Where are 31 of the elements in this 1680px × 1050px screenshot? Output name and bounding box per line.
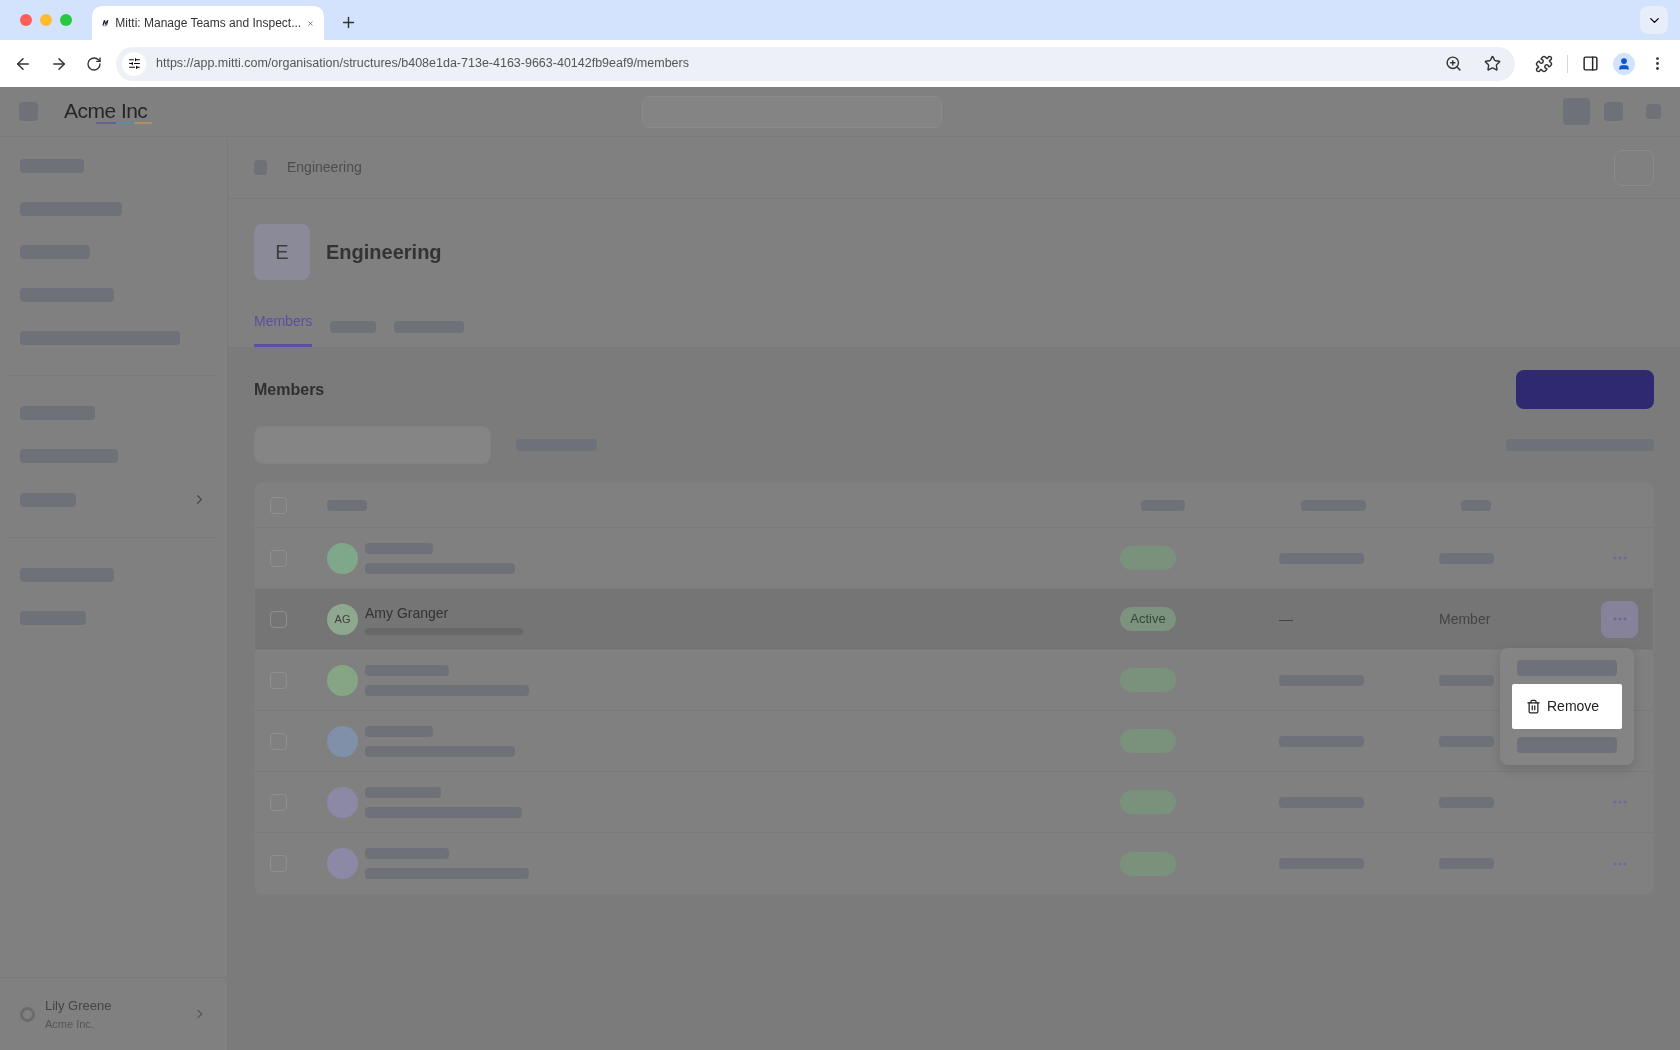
user-name: Lily Greene	[45, 997, 113, 1015]
remove-menu-item[interactable]: Remove	[1512, 683, 1622, 729]
browser-tab[interactable]: Mitti: Manage Teams and Inspect...	[92, 6, 324, 40]
close-window-icon[interactable]	[20, 14, 32, 26]
site-settings-icon[interactable]	[122, 51, 146, 76]
avatar: AG	[327, 603, 358, 635]
profile-icon[interactable]	[1613, 52, 1635, 75]
add-button[interactable]	[1516, 370, 1654, 409]
table-cell-text: —	[1279, 609, 1294, 629]
address-bar[interactable]: https://app.mitti.com/organisation/structures/b408e1da-713e-4163-9663-40142fb9eaf9/members	[116, 46, 1515, 81]
bookmark-star-icon[interactable]	[1484, 55, 1501, 72]
trash-icon	[1526, 698, 1541, 714]
checkbox[interactable]	[270, 610, 287, 628]
status-badge: Active	[1120, 607, 1176, 631]
member-name: Amy Granger	[365, 604, 450, 623]
team-title: Engineering	[326, 240, 442, 265]
team-avatar: E	[254, 224, 310, 280]
section-title: Members	[254, 379, 325, 400]
tab-title: Mitti: Manage Teams and Inspect...	[115, 15, 302, 32]
minimize-window-icon[interactable]	[40, 14, 52, 26]
reload-icon[interactable]	[86, 55, 102, 72]
url-text: https://app.mitti.com/organisation/structures/b408e1da-713e-4163-9663-40142fb9eaf9/members	[156, 55, 690, 73]
side-panel-icon[interactable]	[1582, 55, 1599, 72]
more-icon	[1612, 861, 1627, 866]
zoom-icon[interactable]	[1445, 55, 1462, 72]
app-logo: Acme Inc	[64, 99, 149, 121]
tab-list-button[interactable]	[1640, 6, 1668, 34]
new-tab-icon[interactable]	[340, 14, 357, 31]
extensions-icon[interactable]	[1535, 54, 1553, 73]
more-button[interactable]	[1601, 600, 1638, 638]
maximize-window-icon[interactable]	[60, 14, 72, 26]
